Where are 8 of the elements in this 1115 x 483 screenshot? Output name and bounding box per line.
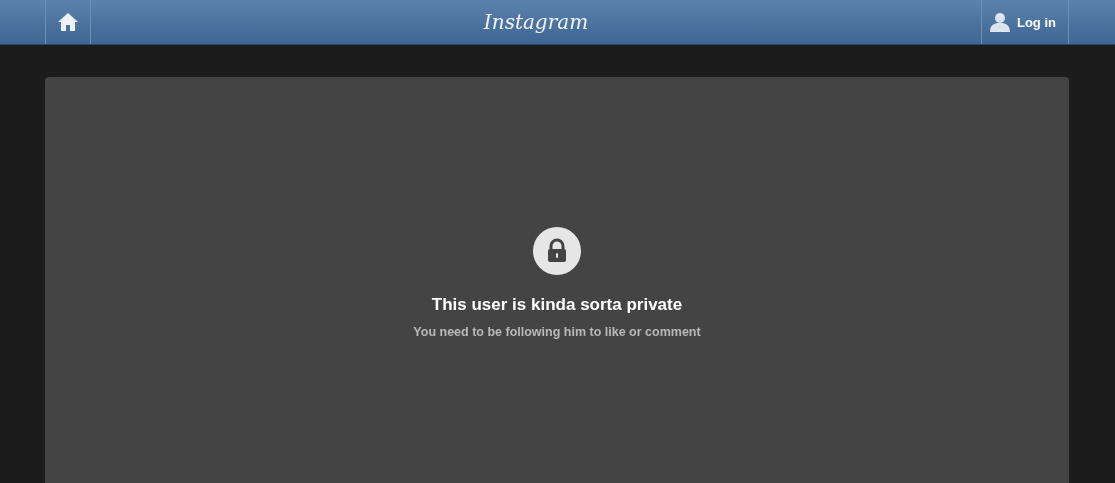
home-button[interactable] <box>45 0 91 44</box>
logo-text[interactable]: Instagram <box>483 10 589 34</box>
lock-icon <box>533 227 581 275</box>
login-button[interactable]: Log in <box>981 0 1069 44</box>
home-icon <box>57 12 79 32</box>
private-message: You need to be following him to like or comment <box>413 325 701 339</box>
private-title: This user is kinda sorta private <box>431 295 683 315</box>
person-icon <box>990 12 1010 32</box>
